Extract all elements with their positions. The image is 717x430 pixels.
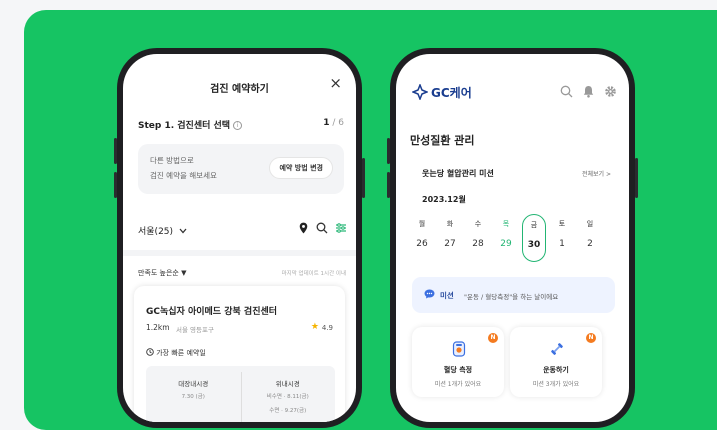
alt-line-2: 검진 예약을 해보세요 xyxy=(150,171,217,180)
weekday-label: 목 xyxy=(502,220,510,228)
weekday-label: 토 xyxy=(558,220,566,228)
bell-icon[interactable] xyxy=(582,85,595,98)
center-rating: 4.9 xyxy=(321,324,333,332)
calendar-day[interactable]: 토1 xyxy=(550,219,574,249)
date-label: 2 xyxy=(587,239,593,249)
region-select[interactable]: 서울(25) xyxy=(138,224,187,237)
date-label: 28 xyxy=(472,239,484,249)
mission-text: "운동 / 혈당측정"을 하는 날이에요 xyxy=(464,293,559,301)
step-label: Step 1. 검진센터 선택 i xyxy=(138,118,243,131)
tile-exercise[interactable]: N 운동하기 미션 3개가 있어요 xyxy=(510,327,602,397)
phone-mockup-gc-care: GC케어 만성질환 관리 웃는당 혈압관리 미션 전체보기 > 2023.12월… xyxy=(387,48,638,428)
see-all-link[interactable]: 전체보기 > xyxy=(582,169,611,178)
chat-bubble-icon xyxy=(424,289,435,299)
gastroscopy-date-nonsleep: 비수면 · 8.11(금) xyxy=(266,394,309,400)
gc-care-screen: GC케어 만성질환 관리 웃는당 혈압관리 미션 전체보기 > 2023.12월… xyxy=(396,54,629,422)
calendar-day[interactable]: 목 29 xyxy=(494,219,518,249)
step-pager: 1 / 6 xyxy=(323,118,344,128)
week-calendar: 월 26 화 27 수 28 목 29 금 30 토 1 일 2 xyxy=(410,214,615,271)
calendar-day[interactable]: 일2 xyxy=(578,219,602,249)
close-icon[interactable]: × xyxy=(329,74,342,92)
weekday-label: 화 xyxy=(446,220,454,228)
center-name: GC녹십자 아이메드 강북 검진센터 xyxy=(146,307,278,317)
weekday-label: 금 xyxy=(530,221,538,229)
date-label: 30 xyxy=(527,240,541,250)
dumbbell-icon xyxy=(551,343,563,355)
calendar-day[interactable]: 금 30 xyxy=(522,214,546,262)
date-label: 1 xyxy=(559,239,565,249)
page-title: 만성질환 관리 xyxy=(410,134,475,147)
gastroscopy-header: 위내시경 xyxy=(275,380,300,388)
chevron-down-icon xyxy=(179,228,187,234)
promo-banner: 검진 예약하기 × Step 1. 검진센터 선택 i 1 / 6 다른 방법으로… xyxy=(24,10,717,430)
sort-select[interactable]: 만족도 높은순 ▼ xyxy=(138,268,186,278)
mission-title: 웃는당 혈압관리 미션 xyxy=(422,169,494,178)
center-card[interactable]: GC녹십자 아이메드 강북 검진센터 1.2km 서울 영등포구 ★ 4.9 가… xyxy=(134,286,345,422)
search-icon[interactable] xyxy=(560,85,573,98)
search-icon[interactable] xyxy=(316,222,328,234)
tile-subtitle: 미션 3개가 있어요 xyxy=(532,381,580,388)
new-badge: N xyxy=(488,333,498,343)
filter-icon[interactable] xyxy=(335,222,347,234)
header-title: 검진 예약하기 xyxy=(210,84,269,95)
tile-subtitle: 미션 1개가 있어요 xyxy=(434,381,482,388)
section-divider xyxy=(123,250,356,256)
clock-icon xyxy=(146,348,154,356)
today-mission-banner: 미션 "운동 / 혈당측정"을 하는 날이에요 xyxy=(412,277,615,313)
availability-table: 대장내시경 7.30 (금) 위내시경 비수면 · 8.11(금) 수면 · 9… xyxy=(146,366,335,422)
phone-mockup-booking: 검진 예약하기 × Step 1. 검진센터 선택 i 1 / 6 다른 방법으로… xyxy=(114,48,365,428)
tile-glucose[interactable]: N 혈당 측정 미션 1개가 있어요 xyxy=(412,327,504,397)
booking-screen: 검진 예약하기 × Step 1. 검진센터 선택 i 1 / 6 다른 방법으로… xyxy=(123,54,356,422)
gc-logo-icon xyxy=(412,84,428,100)
mission-badge: 미션 xyxy=(440,291,454,300)
glucose-meter-icon xyxy=(452,341,466,357)
calendar-day[interactable]: 수 28 xyxy=(466,219,490,249)
info-icon[interactable]: i xyxy=(233,121,243,130)
weekday-label: 수 xyxy=(474,220,482,228)
calendar-day[interactable]: 화 27 xyxy=(438,219,462,249)
star-icon: ★ xyxy=(310,322,319,332)
tile-title: 혈당 측정 xyxy=(443,366,473,374)
gear-icon[interactable] xyxy=(604,85,617,98)
colonoscopy-date: 7.30 (금) xyxy=(181,394,205,400)
mission-panel: 웃는당 혈압관리 미션 전체보기 > 2023.12월 월 26 화 27 수 28 목 29… xyxy=(410,157,615,422)
month-label: 2023.12월 xyxy=(422,195,466,204)
date-label: 29 xyxy=(500,239,512,249)
date-label: 27 xyxy=(444,239,456,249)
fastest-date-label: 가장 빠른 예약일 xyxy=(146,348,206,358)
weekday-label: 일 xyxy=(586,220,594,228)
date-label: 26 xyxy=(416,239,428,249)
new-badge: N xyxy=(586,333,596,343)
tile-title: 운동하기 xyxy=(543,366,569,374)
updated-label: 마지막 업데이트 1시간 이내 xyxy=(281,271,346,277)
change-method-button[interactable]: 예약 방법 변경 xyxy=(269,157,333,179)
alt-line-1: 다른 방법으로 xyxy=(150,156,194,165)
center-address: 서울 영등포구 xyxy=(176,326,214,334)
calendar-day[interactable]: 월 26 xyxy=(410,219,434,249)
colonoscopy-header: 대장내시경 xyxy=(178,380,209,388)
map-pin-icon[interactable] xyxy=(299,222,308,234)
gastroscopy-date-sleep: 수면 · 9.27(금) xyxy=(269,408,307,414)
app-logo: GC케어 xyxy=(431,86,472,100)
alt-booking-box: 다른 방법으로 검진 예약을 해보세요 예약 방법 변경 xyxy=(138,144,344,194)
center-distance: 1.2km xyxy=(146,323,170,332)
weekday-label: 월 xyxy=(418,220,426,228)
